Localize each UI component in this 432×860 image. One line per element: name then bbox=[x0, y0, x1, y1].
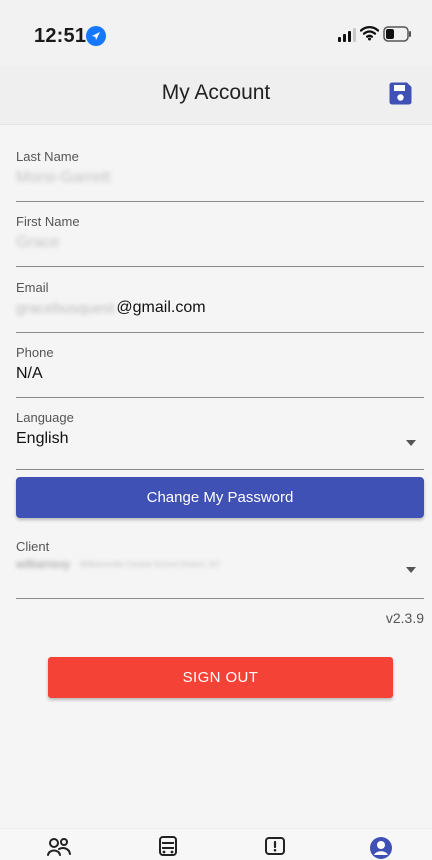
nav-alert-tab[interactable] bbox=[255, 833, 295, 860]
change-password-button[interactable]: Change My Password bbox=[16, 477, 424, 518]
chevron-down-icon[interactable] bbox=[406, 440, 416, 446]
client-label: Client bbox=[16, 539, 50, 554]
client-value[interactable]: williamsvy Williamsville Central School … bbox=[16, 557, 220, 571]
save-icon[interactable] bbox=[389, 82, 412, 105]
bus-icon bbox=[159, 836, 177, 856]
chevron-down-icon[interactable] bbox=[406, 567, 416, 573]
last-name-field[interactable]: Last Name Morsi-Garrett bbox=[16, 145, 424, 202]
screen: 12:51 My Account Last Name Morsi-Garrett… bbox=[0, 0, 432, 860]
wifi-icon bbox=[360, 25, 379, 41]
first-name-label: First Name bbox=[16, 214, 80, 229]
bottom-nav bbox=[0, 828, 432, 860]
email-value[interactable]: gracebusquest @gmail.com bbox=[16, 296, 206, 320]
phone-value[interactable]: N/A bbox=[16, 365, 43, 383]
location-icon bbox=[86, 26, 106, 46]
last-name-label: Last Name bbox=[16, 149, 79, 164]
alert-icon bbox=[265, 837, 285, 855]
last-name-value[interactable]: Morsi-Garrett bbox=[16, 169, 110, 187]
phone-field[interactable]: Phone N/A bbox=[16, 341, 424, 398]
email-suffix: @gmail.com bbox=[116, 299, 206, 316]
nav-account-tab[interactable] bbox=[361, 833, 401, 860]
language-select[interactable]: Language English bbox=[16, 406, 424, 470]
email-prefix: gracebusquest bbox=[16, 299, 115, 317]
people-icon bbox=[47, 838, 71, 856]
status-time: 12:51 bbox=[34, 25, 87, 47]
client-detail: Williamsville Central School District, N… bbox=[80, 559, 221, 569]
account-icon bbox=[370, 837, 392, 859]
app-version: v2.3.9 bbox=[385, 610, 424, 626]
signal-icon bbox=[338, 28, 356, 42]
language-value[interactable]: English bbox=[16, 430, 68, 448]
page-title: My Account bbox=[161, 81, 271, 104]
phone-label: Phone bbox=[16, 345, 54, 360]
nav-people-tab[interactable] bbox=[39, 833, 79, 860]
language-label: Language bbox=[16, 410, 74, 425]
first-name-field[interactable]: First Name Grace bbox=[16, 210, 424, 267]
nav-bus-tab[interactable] bbox=[148, 833, 188, 860]
email-field[interactable]: Email gracebusquest @gmail.com bbox=[16, 276, 424, 333]
client-short-name: williamsvy bbox=[16, 557, 70, 571]
sign-out-button[interactable]: SIGN OUT bbox=[48, 657, 393, 698]
email-label: Email bbox=[16, 280, 49, 295]
battery-icon bbox=[383, 26, 411, 42]
first-name-value[interactable]: Grace bbox=[16, 234, 60, 252]
header: My Account bbox=[0, 66, 432, 125]
client-select[interactable]: Client williamsvy Williamsville Central … bbox=[16, 535, 424, 599]
status-bar: 12:51 bbox=[0, 0, 432, 66]
